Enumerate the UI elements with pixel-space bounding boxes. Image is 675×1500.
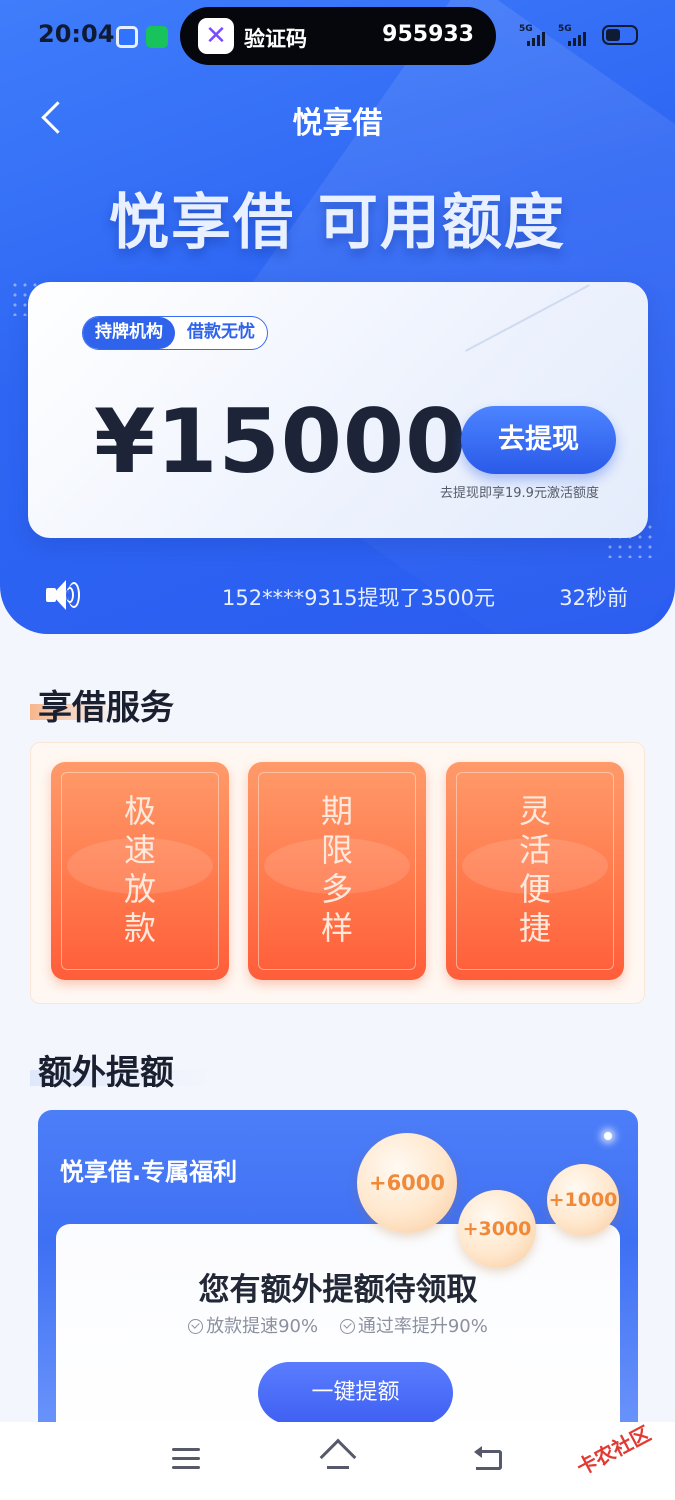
bonus-bubble[interactable]: +6000 <box>357 1133 457 1233</box>
bonus-bubble[interactable]: +3000 <box>458 1190 536 1268</box>
hero-title: 悦享借 可用额度 <box>109 188 566 258</box>
services-title: 享借服务 <box>38 688 174 728</box>
hero-section: 20:04 ✕ 验证码 955933 5G 5G 悦享借 悦享借 可用额度 持牌… <box>0 0 675 634</box>
extra-quota-promo: 悦享借.专属福利 您有额外提额待领取 放款提速90% 通过率提升90% 一键提额 <box>38 1110 638 1440</box>
check-circle-icon <box>339 1319 355 1334</box>
badge-licensed: 持牌机构 <box>83 317 175 349</box>
sms-app-icon: ✕ <box>198 18 234 54</box>
verification-code: 955933 <box>382 22 474 47</box>
withdraw-button[interactable]: 去提现 <box>461 406 616 474</box>
battery-icon <box>602 25 638 45</box>
signal-icon <box>527 32 551 46</box>
service-card-fast-loan[interactable]: 极速放款 <box>51 762 229 980</box>
badge-worry-free: 借款无忧 <box>187 322 255 342</box>
promo-perks: 放款提速90% 通过率提升90% <box>56 1312 620 1338</box>
perk-item: 通过率提升90% <box>339 1312 488 1338</box>
withdrawal-ticker: 152****9315提现了3500元 32秒前 <box>0 568 675 624</box>
notification-title: 验证码 <box>244 27 307 51</box>
dynamic-island-notification[interactable]: ✕ 验证码 955933 <box>180 7 496 65</box>
bonus-bubble[interactable]: +1000 <box>547 1164 619 1236</box>
page-title: 悦享借 <box>292 106 383 141</box>
signal-icon <box>568 32 592 46</box>
sparkle-icon <box>604 1132 612 1140</box>
status-time: 20:04 <box>38 20 115 48</box>
service-card-terms[interactable]: 期限多样 <box>248 762 426 980</box>
speaker-icon <box>46 580 82 610</box>
perk-item: 放款提速90% <box>188 1312 318 1338</box>
status-bar: 20:04 ✕ 验证码 955933 5G 5G <box>0 0 675 72</box>
credential-badge: 持牌机构 借款无忧 <box>82 316 268 350</box>
recent-apps-icon[interactable] <box>172 1446 202 1470</box>
ticker-message: 152****9315提现了3500元 <box>222 586 495 610</box>
boost-quota-button[interactable]: 一键提额 <box>258 1362 453 1424</box>
back-nav-icon[interactable] <box>472 1446 504 1472</box>
home-icon[interactable] <box>319 1438 357 1476</box>
promo-inner-card: 您有额外提额待领取 放款提速90% 通过率提升90% 一键提额 <box>56 1224 620 1440</box>
promo-title: 悦享借.专属福利 <box>60 1158 238 1186</box>
extra-title: 额外提额 <box>38 1053 174 1093</box>
wechat-icon <box>146 26 168 48</box>
service-card-label: 灵活便捷 <box>518 792 551 947</box>
credit-amount: ¥15000 <box>94 390 468 493</box>
app-notification-icon <box>116 26 138 48</box>
service-card-flexible[interactable]: 灵活便捷 <box>446 762 624 980</box>
credit-card: 持牌机构 借款无忧 ¥15000 去提现 去提现即享19.9元激活额度 <box>28 282 648 538</box>
service-card-label: 期限多样 <box>320 792 353 947</box>
service-card-label: 极速放款 <box>123 792 156 947</box>
withdraw-note: 去提现即享19.9元激活额度 <box>440 486 599 501</box>
check-circle-icon <box>188 1319 204 1334</box>
ticker-time: 32秒前 <box>559 586 628 610</box>
promo-headline: 您有额外提额待领取 <box>198 1272 478 1308</box>
